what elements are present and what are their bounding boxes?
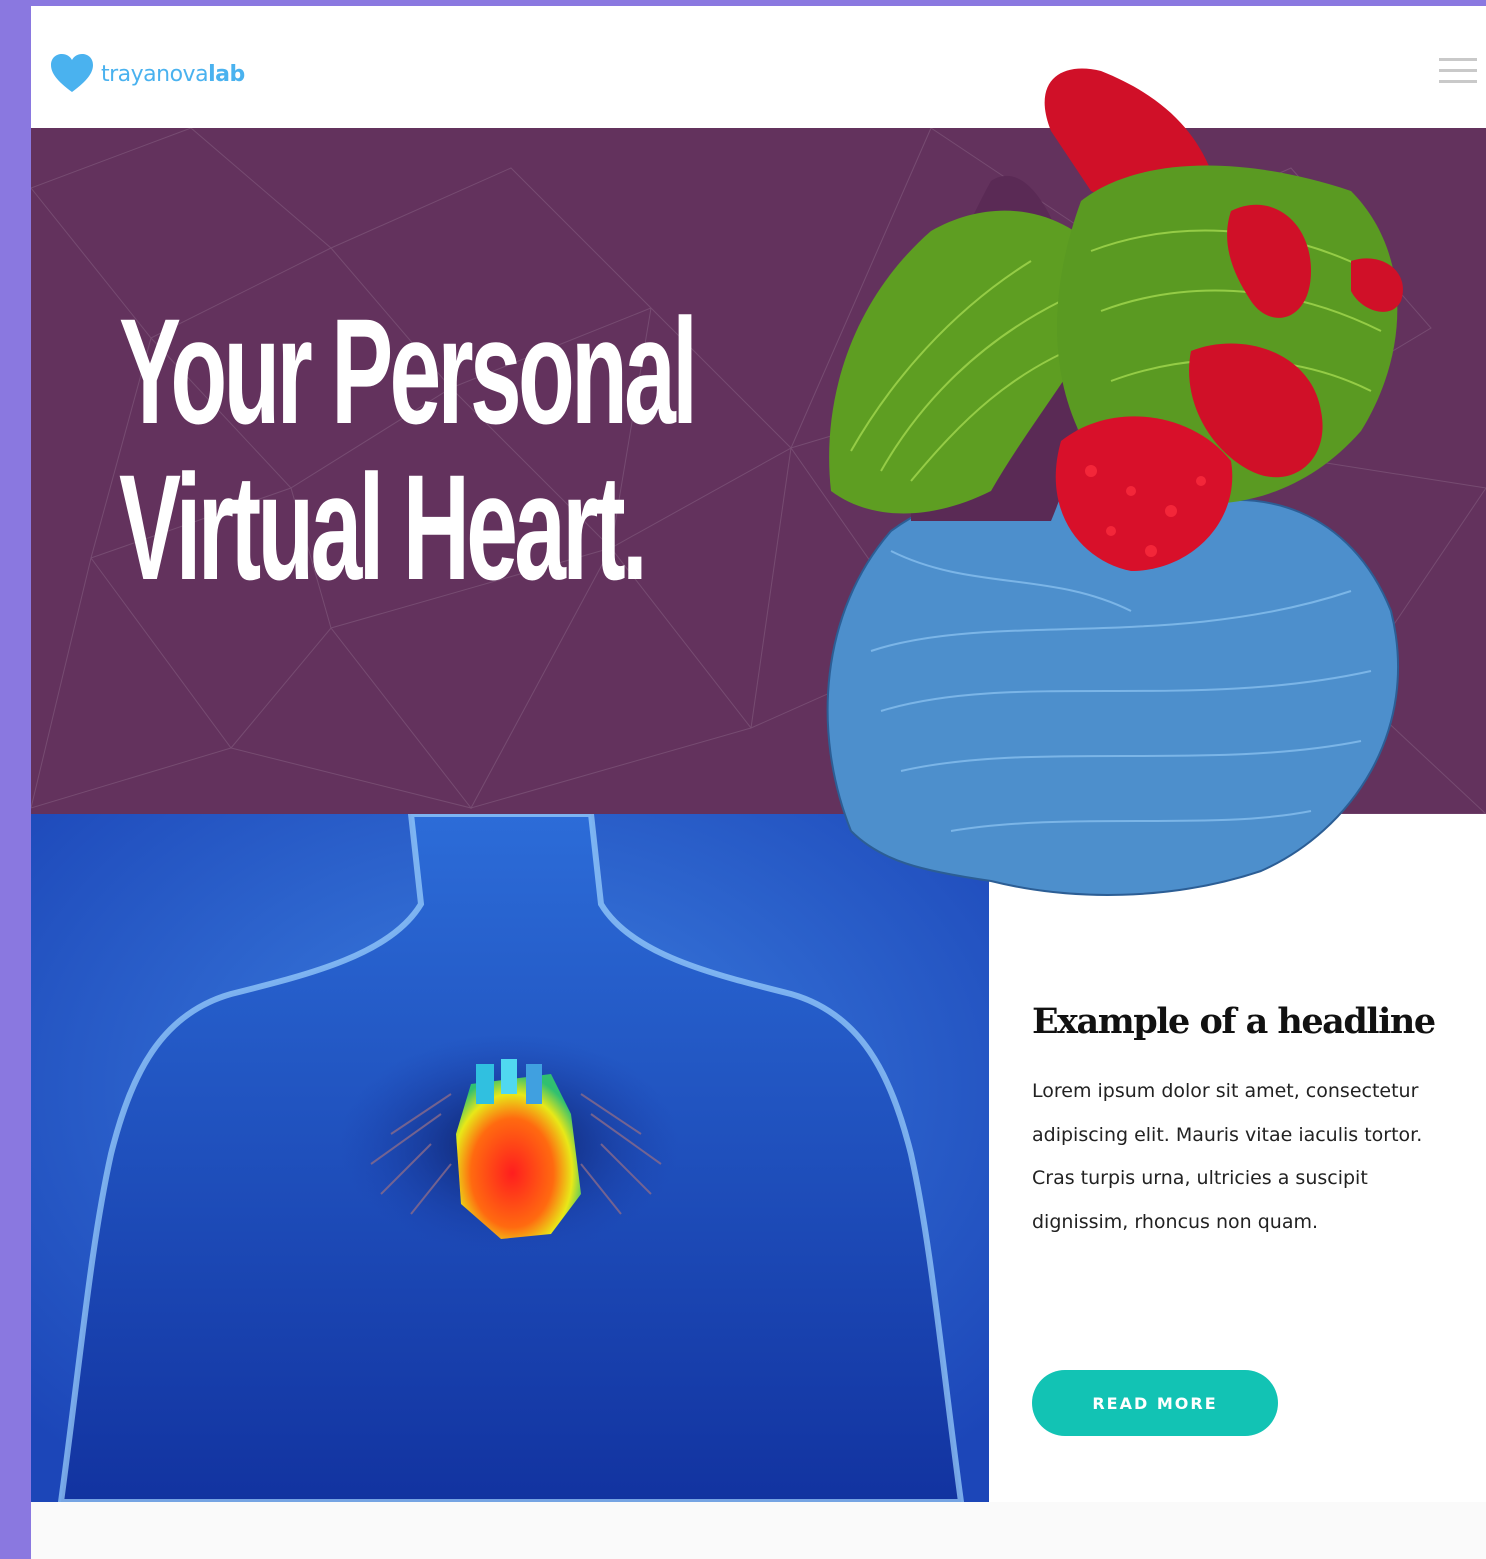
torso-illustration <box>31 814 989 1502</box>
heart-logo-icon <box>51 54 93 92</box>
hero-title-line2: Virtual Heart. <box>119 443 648 611</box>
human-torso-image <box>31 814 989 1502</box>
article-headline: Example of a headline <box>1032 1001 1436 1042</box>
hero-title-line1: Your Personal <box>119 287 698 455</box>
article-block: Example of a headline Lorem ipsum dolor … <box>1032 1001 1462 1244</box>
logo-wordmark: trayanovalab <box>101 62 245 87</box>
page-frame: trayanovalab Your Personal Virtual Heart… <box>31 6 1486 1559</box>
logo[interactable]: trayanovalab <box>51 54 245 94</box>
virtual-heart-3d-illustration <box>826 68 1403 896</box>
hamburger-menu-icon[interactable] <box>1439 58 1477 88</box>
logo-suffix: lab <box>208 61 245 87</box>
logo-prefix: trayanova <box>101 61 209 87</box>
article-body: Lorem ipsum dolor sit amet, consectetur … <box>1032 1080 1423 1233</box>
footer-strip <box>31 1502 1486 1559</box>
read-more-button[interactable]: READ MORE <box>1032 1370 1278 1436</box>
hero-title: Your Personal Virtual Heart. <box>119 287 698 611</box>
